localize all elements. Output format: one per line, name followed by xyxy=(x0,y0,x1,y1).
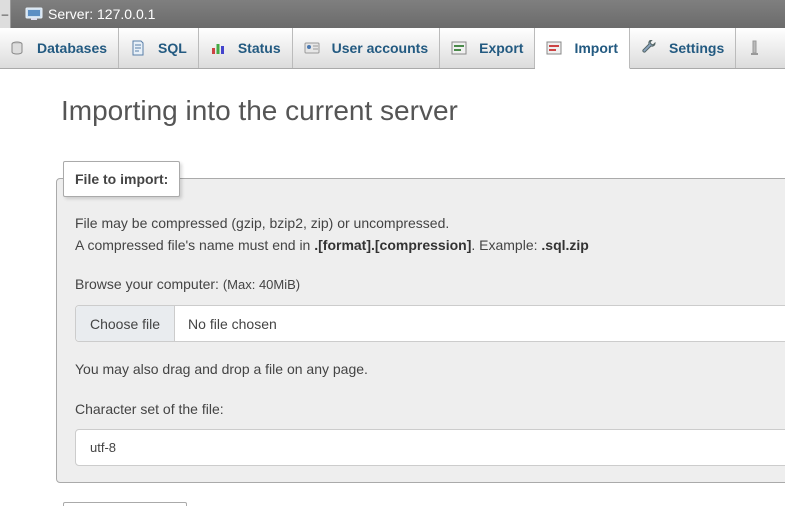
no-file-chosen-text: No file chosen xyxy=(188,315,277,332)
tab-label: User accounts xyxy=(331,40,429,56)
server-breadcrumb-bar: – Server: 127.0.0.1 xyxy=(0,0,785,29)
tab-label: Databases xyxy=(37,40,108,56)
collapse-navigation-button[interactable]: – xyxy=(0,0,11,28)
compression-info-line2: A compressed file's name must end in .[f… xyxy=(75,237,589,253)
tab-import[interactable]: Import xyxy=(535,28,631,69)
database-icon xyxy=(11,41,23,55)
tab-user-accounts[interactable]: User accounts xyxy=(293,28,441,68)
choose-file-button[interactable]: Choose file xyxy=(76,306,176,341)
next-fieldset-legend xyxy=(63,502,187,506)
main-tab-bar: Databases SQL Status User accounts Expor… xyxy=(0,28,785,69)
compression-format: .[format].[compression] xyxy=(314,237,472,253)
export-icon xyxy=(451,41,467,55)
server-title-link[interactable]: Server: 127.0.0.1 xyxy=(48,6,155,22)
tab-export[interactable]: Export xyxy=(440,28,536,68)
file-upload-input[interactable]: Choose file No file chosen xyxy=(75,305,785,342)
browse-label: Browse your computer: (Max: 40MiB) xyxy=(75,276,300,292)
status-icon xyxy=(211,44,224,54)
phpmyadmin-import-page: – Server: 127.0.0.1 Databases SQL Status… xyxy=(0,0,785,506)
page-title: Importing into the current server xyxy=(61,95,458,126)
compression-info-line1: File may be compressed (gzip, bzip2, zip… xyxy=(75,215,450,231)
tab-label: Import xyxy=(574,40,619,56)
drag-drop-hint: You may also drag and drop a file on any… xyxy=(75,361,368,377)
server-icon xyxy=(25,7,43,20)
max-upload-size: (Max: 40MiB) xyxy=(222,277,301,292)
charset-label: Character set of the file: xyxy=(75,401,224,417)
charset-select[interactable]: utf-8 xyxy=(75,429,785,466)
sql-icon xyxy=(132,40,144,56)
tab-sql[interactable]: SQL xyxy=(119,28,199,68)
tab-status[interactable]: Status xyxy=(199,28,293,68)
compression-info-prefix: A compressed file's name must end in xyxy=(75,237,315,253)
file-to-import-legend: File to import: xyxy=(63,161,181,197)
tab-label: SQL xyxy=(158,40,187,56)
compression-example: .sql.zip xyxy=(541,237,589,253)
user-accounts-icon xyxy=(304,42,320,54)
tab-label: Settings xyxy=(669,40,725,56)
import-icon xyxy=(546,41,562,55)
tab-label: Status xyxy=(237,40,281,56)
more-icon xyxy=(751,40,759,55)
compression-info-mid: . Example: xyxy=(471,237,542,253)
tab-more[interactable] xyxy=(736,28,785,68)
tab-settings[interactable]: Settings xyxy=(630,28,737,68)
tab-databases[interactable]: Databases xyxy=(0,28,120,68)
settings-icon xyxy=(642,40,656,53)
browse-label-text: Browse your computer: xyxy=(75,276,223,292)
tab-label: Export xyxy=(479,40,524,56)
